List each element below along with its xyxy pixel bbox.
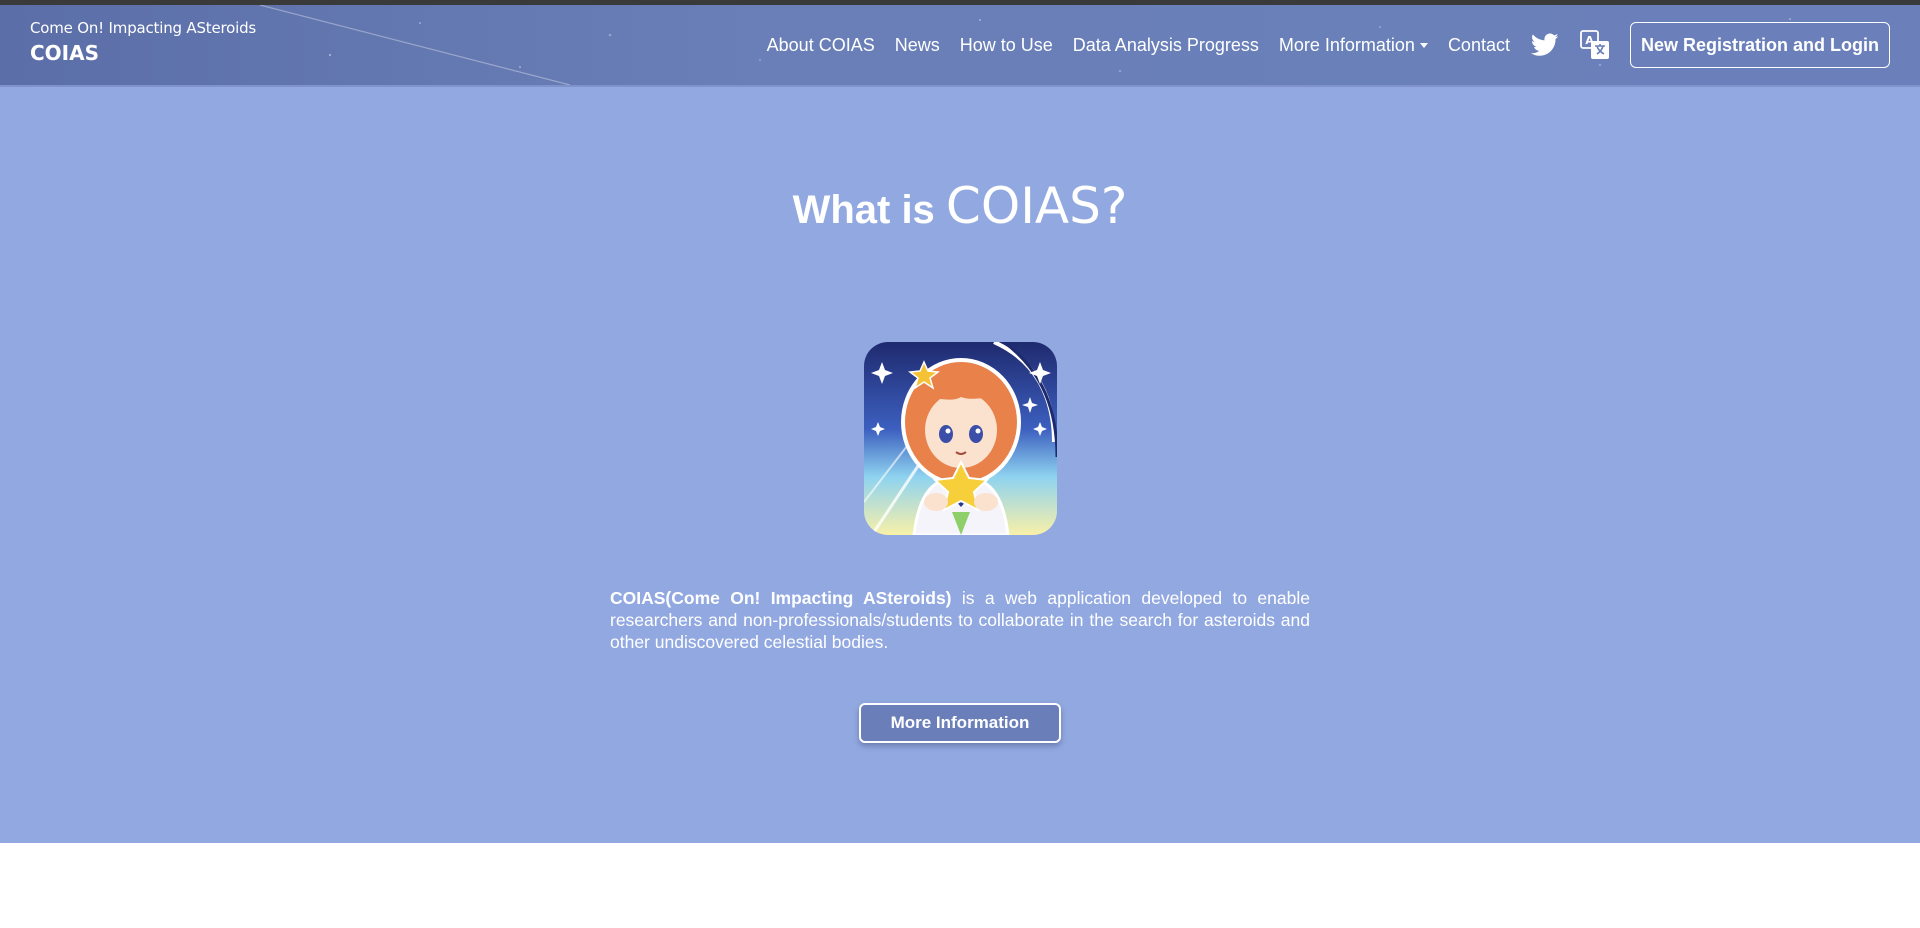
nav-contact[interactable]: Contact	[1448, 35, 1510, 56]
nav-more-information-dropdown[interactable]: More Information	[1279, 35, 1428, 56]
page-title: What is COIAS?	[0, 177, 1920, 235]
brand[interactable]: Come On! Impacting ASteroids COIAS	[30, 19, 256, 67]
nav-more-information-label: More Information	[1278, 34, 1415, 55]
nav-how-to-use[interactable]: How to Use	[960, 35, 1053, 56]
nav-links: About COIAS News How to Use Data Analysi…	[767, 5, 1920, 85]
twitter-icon[interactable]	[1530, 30, 1560, 60]
hero-section: What is COIAS? COIAS(Come On! Impacting …	[0, 85, 1920, 843]
navbar-divider	[0, 85, 1920, 87]
title-prefix: What is	[792, 188, 946, 232]
description-bold: COIAS(Come On! Impacting ASteroids)	[610, 588, 952, 608]
mascot-image	[864, 342, 1057, 535]
nav-news[interactable]: News	[895, 35, 940, 56]
translate-icon[interactable]: A	[1580, 30, 1610, 60]
brand-name: COIAS	[30, 41, 100, 65]
more-information-button[interactable]: More Information	[859, 703, 1061, 743]
chevron-down-icon	[1419, 43, 1428, 49]
navbar: Come On! Impacting ASteroids COIAS About…	[0, 5, 1920, 85]
brand-subtitle: Come On! Impacting ASteroids	[30, 19, 257, 37]
title-main: COIAS?	[945, 177, 1128, 235]
nav-data-analysis-progress[interactable]: Data Analysis Progress	[1073, 35, 1259, 56]
hero-description: COIAS(Come On! Impacting ASteroids) is a…	[610, 587, 1310, 653]
new-registration-login-button[interactable]: New Registration and Login	[1629, 22, 1890, 68]
nav-about[interactable]: About COIAS	[767, 35, 875, 56]
